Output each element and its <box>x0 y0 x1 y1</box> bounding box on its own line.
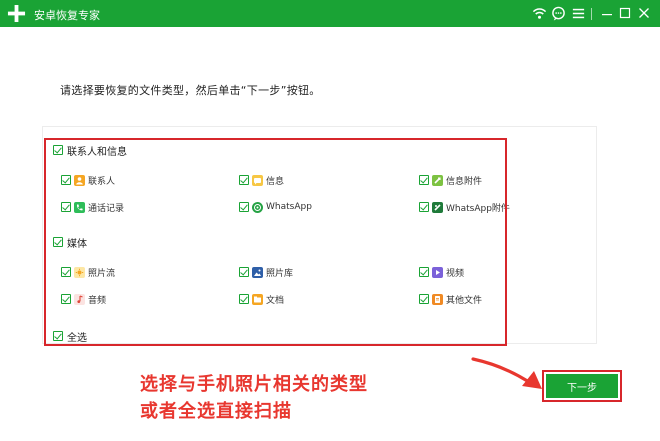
annotation-line-2: 或者全选直接扫描 <box>140 401 292 422</box>
titlebar-divider <box>591 8 592 20</box>
minimize-icon[interactable] <box>600 5 614 21</box>
wifi-icon[interactable] <box>532 6 547 21</box>
instruction-text: 请选择要恢复的文件类型，然后单击“下一步”按钮。 <box>60 84 321 97</box>
annotation-highlight-box <box>44 138 507 346</box>
maximize-icon[interactable] <box>618 5 632 21</box>
next-button[interactable]: 下一步 <box>546 374 618 398</box>
menu-icon[interactable] <box>571 6 586 21</box>
app-title: 安卓恢复专家 <box>34 9 100 22</box>
chat-icon[interactable] <box>551 6 566 21</box>
annotation-line-1: 选择与手机照片相关的类型 <box>140 374 368 395</box>
close-icon[interactable] <box>637 5 651 21</box>
title-bar: 安卓恢复专家 <box>0 0 660 27</box>
app-logo-icon <box>7 4 26 23</box>
annotation-arrow-icon <box>471 357 542 389</box>
